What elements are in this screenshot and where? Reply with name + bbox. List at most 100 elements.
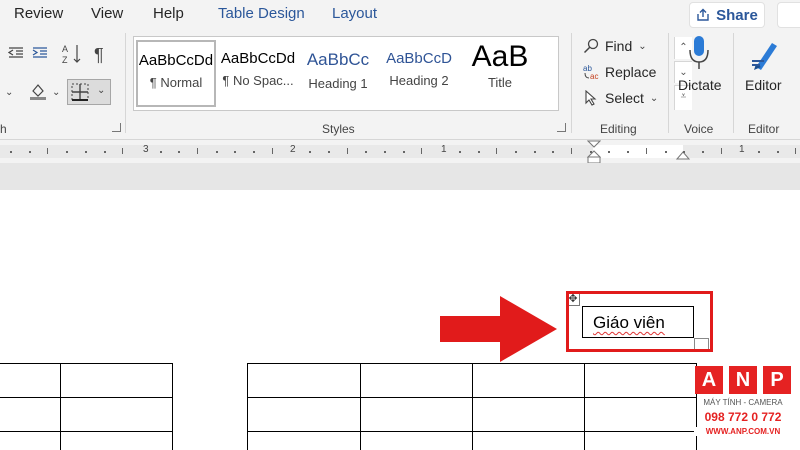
ruler-mark <box>701 151 704 153</box>
search-icon <box>583 38 599 54</box>
table-cell[interactable] <box>472 397 585 432</box>
table-cell[interactable] <box>584 363 697 398</box>
share-icon <box>697 8 709 21</box>
style-normal[interactable]: AaBbCcDd ¶ Normal <box>136 40 216 107</box>
tab-help[interactable]: Help <box>153 5 184 22</box>
table-cell[interactable] <box>584 397 697 432</box>
style-heading-2[interactable]: AaBbCcD Heading 2 <box>380 40 458 107</box>
styles-dialog-launcher-icon[interactable] <box>557 123 566 132</box>
ruler-mark <box>327 151 330 153</box>
table-cell[interactable] <box>584 431 697 450</box>
shading-icon[interactable] <box>28 81 50 101</box>
divider <box>571 33 572 133</box>
replace-button[interactable]: ab ac Replace <box>583 64 656 80</box>
ruler-mark <box>514 151 517 153</box>
style-heading-1[interactable]: AaBbCc Heading 1 <box>300 40 376 107</box>
ruler-mark <box>496 148 498 154</box>
decrease-indent-icon[interactable] <box>8 46 24 60</box>
increase-indent-icon[interactable] <box>32 46 48 60</box>
voice-group-label: Voice <box>684 122 714 136</box>
red-arrow-icon <box>440 296 557 362</box>
ruler-mark <box>122 148 124 154</box>
ruler-mark <box>758 151 760 153</box>
share-button[interactable]: Share <box>689 2 765 28</box>
table-row <box>247 397 697 432</box>
ruler-mark <box>795 148 797 154</box>
ruler-mark <box>552 151 555 153</box>
ruler-mark <box>365 151 368 153</box>
table-cell[interactable] <box>472 431 585 450</box>
table-cell[interactable] <box>60 397 173 432</box>
table-cell[interactable] <box>0 397 61 432</box>
table-cell[interactable] <box>247 397 361 432</box>
right-table[interactable] <box>247 363 697 450</box>
logo-tagline: MÁY TÍNH - CAMERA <box>703 398 783 407</box>
select-label: Select <box>605 90 644 106</box>
logo-letter: P <box>763 366 791 394</box>
ribbon-tab-bar: Review View Help Table Design Layout Sha… <box>0 0 800 29</box>
shading-dropdown-icon[interactable]: ⌄ <box>52 87 60 98</box>
styles-gallery: AaBbCcDd ¶ Normal AaBbCcDd ¶ No Spac... … <box>133 36 692 111</box>
style-title[interactable]: AaB Title <box>462 40 538 107</box>
table-cell[interactable] <box>472 363 585 398</box>
logo-letter: N <box>729 366 757 394</box>
table-row <box>0 363 173 398</box>
table-cell[interactable] <box>0 431 61 450</box>
left-table[interactable] <box>0 363 173 450</box>
ruler-number: 1 <box>739 144 745 155</box>
ruler-mark <box>384 151 386 153</box>
table-cell[interactable] <box>60 363 173 398</box>
chevron-down-icon[interactable]: ⌄ <box>5 87 13 98</box>
borders-icon <box>71 83 89 101</box>
ruler-mark <box>402 151 405 153</box>
select-button[interactable]: Select ⌄ <box>583 90 658 106</box>
microphone-icon <box>689 36 709 69</box>
ruler-mark <box>720 148 722 154</box>
table-cell[interactable] <box>360 431 473 450</box>
borders-dropdown-icon: ⌄ <box>97 85 106 96</box>
find-button[interactable]: Find ⌄ <box>583 38 647 54</box>
svg-text:Z: Z <box>62 55 68 65</box>
table-row <box>247 431 697 450</box>
borders-button[interactable]: ⌄ <box>67 79 111 105</box>
tab-layout[interactable]: Layout <box>332 5 377 22</box>
horizontal-ruler[interactable]: 3 2 1 1 <box>0 140 800 164</box>
ruler-mark <box>66 151 69 153</box>
style-sample: AaB <box>471 40 529 73</box>
style-no-spacing[interactable]: AaBbCcDd ¶ No Spac... <box>219 40 297 107</box>
show-formatting-icon[interactable]: ¶ <box>94 45 104 66</box>
ruler-mark <box>458 151 461 153</box>
editor-icon <box>752 43 777 70</box>
page-gap <box>0 163 800 190</box>
ruler-number: 3 <box>143 144 149 155</box>
table-cell[interactable] <box>247 431 361 450</box>
table-row <box>0 431 173 450</box>
editor-label: Editor <box>745 77 782 93</box>
sort-icon[interactable]: A Z <box>62 43 82 65</box>
ruler-mark <box>608 151 611 153</box>
tab-table-design[interactable]: Table Design <box>218 5 305 22</box>
ribbon: A Z ¶ ⌄ ⌄ ⌄ h AaBbCcDd ¶ Normal AaBbCcDd… <box>0 29 800 140</box>
divider <box>668 33 669 133</box>
tab-review[interactable]: Review <box>14 5 63 22</box>
comments-button[interactable] <box>777 2 800 28</box>
highlight-rectangle <box>566 291 713 352</box>
style-sample: AaBbCcDd <box>220 50 296 67</box>
chevron-down-icon: ⌄ <box>638 40 647 52</box>
tab-view[interactable]: View <box>91 5 123 22</box>
table-cell[interactable] <box>0 363 61 398</box>
paragraph-dialog-launcher-icon[interactable] <box>112 123 121 132</box>
table-row <box>247 363 697 398</box>
table-cell[interactable] <box>360 397 473 432</box>
styles-group-label: Styles <box>322 122 355 136</box>
cursor-icon <box>585 90 597 106</box>
table-cell[interactable] <box>360 363 473 398</box>
ruler-mark <box>776 151 779 153</box>
ruler-mark <box>28 151 31 153</box>
ruler-mark <box>10 151 12 153</box>
paragraph-group-label: h <box>0 122 7 136</box>
table-cell[interactable] <box>60 431 173 450</box>
ruler-mark <box>253 151 256 153</box>
table-cell[interactable] <box>247 363 361 398</box>
style-name: Heading 2 <box>389 73 449 88</box>
